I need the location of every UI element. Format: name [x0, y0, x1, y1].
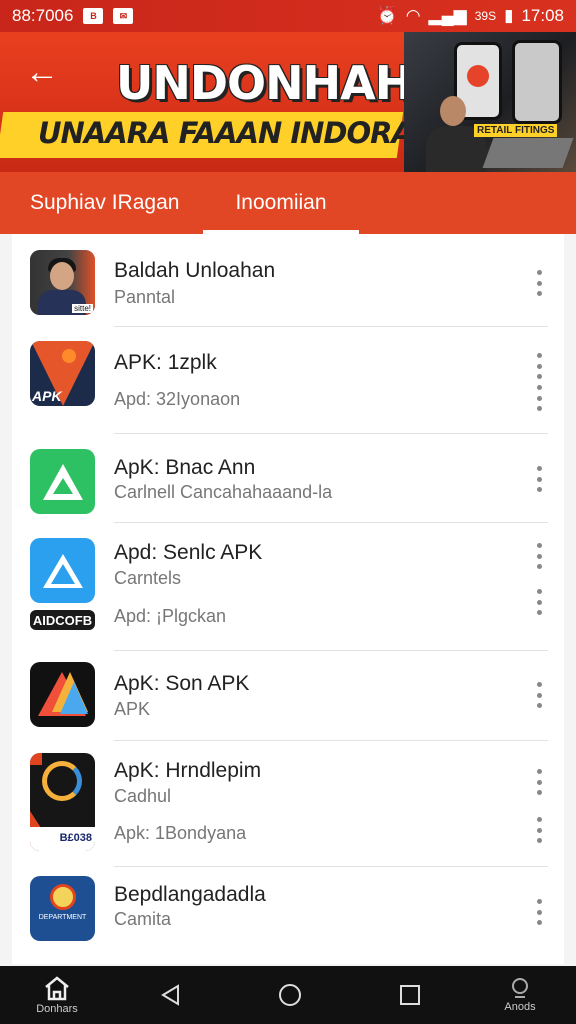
- status-time-left: 88:7006: [12, 6, 74, 25]
- list-item[interactable]: APK APK: 1zplk Apd: 32Iyonaon: [12, 327, 564, 434]
- app-title: Baldah Unloahan: [114, 259, 276, 282]
- app-subtitle: APK: [114, 699, 151, 719]
- alarm-icon: ⏰: [376, 6, 398, 25]
- battery-level: 39S: [474, 9, 497, 23]
- home-label: Donhars: [36, 1003, 78, 1015]
- more-options-button[interactable]: [534, 466, 544, 492]
- banner-photo: RETAIL FITINGS: [404, 32, 576, 172]
- status-bar: 88:7006 B ✉ ⏰ ◠ ▂▄▆ 39S ▮ 17:08: [0, 0, 576, 32]
- folded-triangle-icon: [30, 662, 95, 727]
- system-home-button[interactable]: [270, 966, 310, 1024]
- more-options-button[interactable]: [534, 589, 544, 615]
- tab-bar: Suphiav IRagan Inoomiian: [0, 172, 576, 234]
- app-subtitle-secondary: Apk: 1Bondyana: [114, 823, 247, 843]
- signal-icon: ▂▄▆: [428, 6, 467, 25]
- badge-icon: DEPARTMENT: [30, 876, 95, 941]
- list-item[interactable]: sitte! Baldah Unloahan Panntal: [12, 234, 564, 327]
- blue-triangle-icon: [30, 538, 95, 603]
- assistant-icon: [512, 978, 528, 998]
- more-options-button[interactable]: [534, 682, 544, 708]
- tab-inoomiian[interactable]: Inoomiian: [203, 172, 359, 234]
- app-subtitle: Carntels: [114, 568, 182, 588]
- poster-icon: B£038: [30, 753, 95, 851]
- app-tag-pill: AIDCOFB: [30, 610, 95, 630]
- header-banner: ← UNDONHAHIA UNAARA FAAAN INDORANEAN! RE…: [0, 32, 576, 172]
- more-options-button[interactable]: [534, 769, 544, 795]
- more-options-button[interactable]: [534, 899, 544, 925]
- portrait-icon: sitte!: [30, 250, 95, 315]
- wifi-icon: ◠: [405, 6, 421, 25]
- battery-icon: ▮: [504, 6, 514, 25]
- more-options-button[interactable]: [534, 270, 544, 296]
- app-title: ApK: Bnac Ann: [114, 456, 256, 479]
- more-options-button[interactable]: [534, 817, 544, 843]
- app-subtitle: Apd: 32Iyonaon: [114, 389, 241, 409]
- home-button[interactable]: Donhars: [24, 966, 90, 1024]
- more-options-button[interactable]: [534, 543, 544, 569]
- photo-tag: RETAIL FITINGS: [474, 124, 558, 137]
- person-image: [440, 96, 466, 126]
- laptop-image: [482, 138, 574, 168]
- tab-suphiav-iragan[interactable]: Suphiav IRagan: [0, 172, 203, 234]
- app-subtitle: Carlnell Cancahahaaand-la: [114, 482, 333, 502]
- more-options-button[interactable]: [534, 385, 544, 411]
- app-subtitle: Panntal: [114, 287, 176, 307]
- message-icon: ✉: [113, 8, 134, 24]
- icon-text: DEPARTMENT: [38, 914, 87, 921]
- status-clock: 17:08: [521, 6, 564, 25]
- recent-apps-button[interactable]: [390, 966, 430, 1024]
- phone-image: [512, 40, 562, 124]
- more-options-button[interactable]: [534, 353, 544, 379]
- app-title: APK: 1zplk: [114, 351, 217, 374]
- app-subtitle: Camita: [114, 909, 172, 929]
- app-title: Bepdlangadadla: [114, 883, 266, 906]
- app-title: Apd: Senlc APK: [114, 541, 263, 564]
- app-list: sitte! Baldah Unloahan Panntal APK APK: …: [12, 234, 564, 964]
- square-recents-icon: [400, 985, 420, 1005]
- icon-text: B£038: [30, 827, 95, 851]
- app-title: ApK: Son APK: [114, 672, 250, 695]
- list-item[interactable]: ApK: Son APK APK: [12, 651, 564, 741]
- apps-button[interactable]: Anods: [490, 966, 550, 1024]
- app-subtitle: Cadhul: [114, 786, 172, 806]
- notification-icon: B: [83, 8, 104, 24]
- apps-label: Anods: [504, 1001, 536, 1013]
- list-item[interactable]: AIDCOFB Apd: Senlc APK Carntels Apd: ¡Pl…: [12, 523, 564, 651]
- icon-text: APK: [32, 388, 62, 404]
- navigation-bar: Donhars Anods: [0, 966, 576, 1024]
- system-back-button[interactable]: [150, 966, 190, 1024]
- app-subtitle-secondary: Apd: ¡Plgckan: [114, 606, 227, 626]
- icon-tag: sitte!: [72, 304, 93, 313]
- back-arrow-icon: ←: [25, 52, 59, 91]
- triangle-back-icon: [161, 984, 179, 1006]
- list-item[interactable]: ApK: Bnac Ann Carlnell Cancahahaaand-la: [12, 434, 564, 523]
- app-title: ApK: Hrndlepim: [114, 759, 262, 782]
- back-button[interactable]: ←: [22, 52, 62, 92]
- circle-home-icon: [279, 984, 301, 1006]
- apk-logo-icon: APK: [30, 341, 95, 406]
- list-item[interactable]: DEPARTMENT Bepdlangadadla Camita: [12, 867, 564, 957]
- green-triangle-icon: [30, 449, 95, 514]
- list-item[interactable]: B£038 ApK: Hrndlepim Cadhul Apk: 1Bondya…: [12, 741, 564, 867]
- home-icon: [45, 976, 69, 1001]
